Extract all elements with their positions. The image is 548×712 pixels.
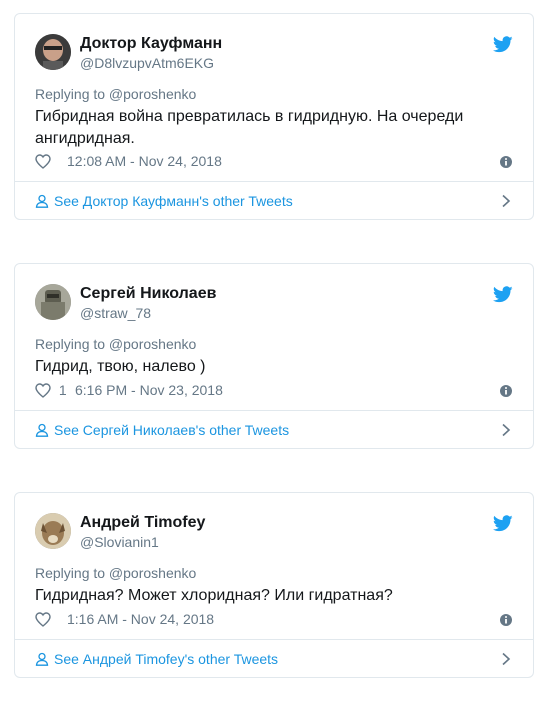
chevron-right-icon[interactable]	[501, 194, 511, 208]
divider	[15, 410, 533, 411]
tweet-meta: 12:08 AM - Nov 24, 2018	[35, 153, 222, 171]
see-other-tweets-link[interactable]: See Доктор Кауфманн's other Tweets	[35, 193, 293, 209]
tweet-card[interactable]: Андрей Timofey @Slovianin1 Replying to @…	[14, 492, 534, 678]
info-icon[interactable]	[499, 384, 513, 398]
avatar-photo-icon	[35, 284, 71, 320]
author-handle[interactable]: @straw_78	[80, 305, 151, 321]
avatar[interactable]	[35, 284, 71, 320]
replying-to[interactable]: Replying to @poroshenko	[35, 86, 196, 102]
author-name[interactable]: Доктор Кауфманн	[80, 35, 222, 53]
chevron-right-icon[interactable]	[501, 652, 511, 666]
tweet-timestamp[interactable]: 12:08 AM - Nov 24, 2018	[67, 153, 222, 169]
replying-to[interactable]: Replying to @poroshenko	[35, 336, 196, 352]
author-name[interactable]: Андрей Timofey	[80, 514, 205, 532]
avatar-photo-icon	[35, 513, 71, 549]
avatar[interactable]	[35, 34, 71, 70]
divider	[15, 639, 533, 640]
see-other-tweets-label[interactable]: See Андрей Timofey's other Tweets	[54, 651, 278, 667]
author-name[interactable]: Сергей Николаев	[80, 285, 216, 303]
tweet-card[interactable]: Сергей Николаев @straw_78 Replying to @p…	[14, 263, 534, 449]
twitter-bird-icon[interactable]	[493, 36, 513, 53]
chevron-right-icon[interactable]	[501, 423, 511, 437]
see-other-tweets-label[interactable]: See Доктор Кауфманн's other Tweets	[54, 193, 293, 209]
replying-to[interactable]: Replying to @poroshenko	[35, 565, 196, 581]
like-count: 1	[58, 382, 67, 398]
user-icon	[35, 652, 49, 666]
avatar-photo-icon	[35, 34, 71, 70]
see-other-tweets-link[interactable]: See Сергей Николаев's other Tweets	[35, 422, 289, 438]
tweet-text: Гидрид, твою, налево )	[35, 358, 206, 375]
info-icon[interactable]	[499, 613, 513, 627]
heart-icon[interactable]	[35, 154, 51, 169]
see-other-tweets-label[interactable]: See Сергей Николаев's other Tweets	[54, 422, 289, 438]
author-handle[interactable]: @D8lvzupvAtm6EKG	[80, 55, 214, 71]
tweet-text: Гибридная война превратилась в гидридную…	[35, 108, 464, 147]
avatar[interactable]	[35, 513, 71, 549]
tweet-timestamp[interactable]: 1:16 AM - Nov 24, 2018	[67, 611, 214, 627]
heart-icon[interactable]	[35, 383, 51, 398]
tweet-text: Гидридная? Может хлоридная? Или гидратна…	[35, 587, 393, 604]
tweet-card[interactable]: Доктор Кауфманн @D8lvzupvAtm6EKG Replyin…	[14, 13, 534, 220]
see-other-tweets-link[interactable]: See Андрей Timofey's other Tweets	[35, 651, 278, 667]
twitter-bird-icon[interactable]	[493, 515, 513, 532]
info-icon[interactable]	[499, 155, 513, 169]
user-icon	[35, 423, 49, 437]
tweet-meta: 1 6:16 PM - Nov 23, 2018	[35, 382, 223, 400]
heart-icon[interactable]	[35, 612, 51, 627]
author-handle[interactable]: @Slovianin1	[80, 534, 159, 550]
tweet-timestamp[interactable]: 6:16 PM - Nov 23, 2018	[75, 382, 223, 398]
twitter-bird-icon[interactable]	[493, 286, 513, 303]
tweet-meta: 1:16 AM - Nov 24, 2018	[35, 611, 214, 629]
divider	[15, 181, 533, 182]
user-icon	[35, 194, 49, 208]
